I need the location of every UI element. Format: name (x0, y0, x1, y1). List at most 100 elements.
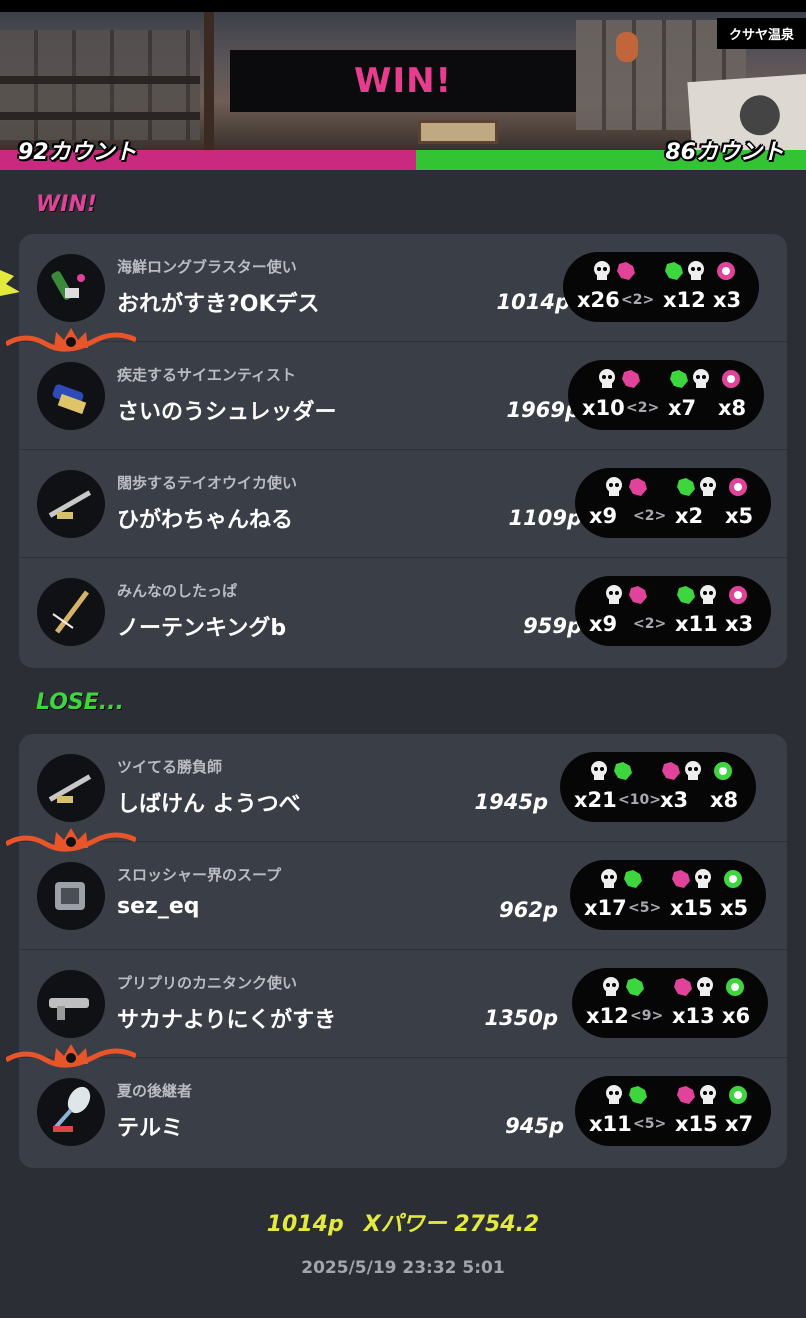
special-count: x6 (722, 1004, 751, 1028)
death-icon (697, 977, 713, 996)
player-title: スロッシャー界のスープ (117, 866, 282, 884)
special-icon (714, 762, 732, 780)
lose-team-panel: ツイてる勝負師 しばけん ようつべ 1945p x21 <10> x3 x8 スロッシャー界の… (19, 734, 787, 1168)
kill-count: x21 (574, 788, 617, 812)
player-points: 1014p (496, 290, 570, 314)
lose-section-title: LOSE... (36, 690, 124, 715)
death-count: x13 (672, 1004, 715, 1028)
result-text: WIN! (353, 61, 453, 101)
kill-icon (599, 369, 615, 388)
top-player-crown-icon (6, 828, 136, 852)
kill-count: x9 (589, 504, 618, 528)
death-icon (695, 869, 711, 888)
kill-count: x11 (589, 1112, 632, 1136)
assist-count: <10> (618, 792, 661, 808)
death-count: x12 (663, 288, 706, 312)
player-points: 1350p (484, 1006, 558, 1030)
stat-icons (575, 1084, 771, 1110)
special-icon (729, 1086, 747, 1104)
player-stats: x26 <2> x12 x3 (563, 252, 759, 322)
building-left (0, 30, 200, 140)
death-ink-icon (677, 478, 695, 496)
stringer-icon (37, 578, 105, 646)
player-row[interactable]: 闊歩するテイオウイカ使い ひがわちゃんねる 1109p x9 <2> x2 x5 (19, 450, 787, 558)
stat-icons (575, 584, 771, 610)
slosher-icon (37, 862, 105, 930)
result-banner: WIN! (230, 50, 576, 112)
kill-icon (601, 869, 617, 888)
death-count: x15 (675, 1112, 718, 1136)
death-count: x15 (670, 896, 713, 920)
death-icon (700, 1085, 716, 1104)
top-player-crown-icon (6, 328, 136, 352)
player-stats: x11 <5> x15 x7 (575, 1076, 771, 1146)
death-count: x3 (660, 788, 689, 812)
player-title: プリプリのカニタンク使い (117, 974, 298, 992)
kill-ink-icon (626, 978, 644, 996)
kill-ink-icon (617, 262, 635, 280)
win-section-title: WIN! (36, 192, 97, 217)
special-icon (726, 978, 744, 996)
kill-count: x17 (584, 896, 627, 920)
charger-icon (37, 754, 105, 822)
special-count: x5 (725, 504, 754, 528)
kill-count: x12 (586, 1004, 629, 1028)
kill-ink-icon (614, 762, 632, 780)
player-row[interactable]: みんなのしたっぱ ノーテンキングb 959p x9 <2> x11 x3 (19, 558, 787, 666)
player-row[interactable]: スロッシャー界のスープ sez_eq 962p x17 <5> x15 x5 (19, 842, 787, 950)
death-ink-icon (677, 1086, 695, 1104)
death-ink-icon (674, 978, 692, 996)
kill-icon (603, 977, 619, 996)
player-title: 疾走するサイエンティスト (117, 366, 296, 384)
balcony-rail (0, 112, 200, 120)
my-points: 1014p (266, 1212, 344, 1237)
special-icon (722, 370, 740, 388)
player-name: ノーテンキングb (117, 616, 287, 641)
player-row[interactable]: 疾走するサイエンティスト さいのうシュレッダー 1969p x10 <2> x7 x8 (19, 342, 787, 450)
assist-count: <2> (633, 616, 667, 632)
assist-count: <2> (621, 292, 655, 308)
kill-count: x10 (582, 396, 625, 420)
kill-count: x26 (577, 288, 620, 312)
player-name: サカナよりにくがすき (117, 1008, 337, 1033)
stat-icons (568, 368, 764, 394)
player-points: 1969p (506, 398, 580, 422)
player-name: しばけん ようつべ (117, 792, 301, 817)
roller-icon (37, 362, 105, 430)
death-icon (688, 261, 704, 280)
player-points: 1945p (474, 790, 548, 814)
death-icon (685, 761, 701, 780)
shooter-icon (37, 970, 105, 1038)
player-points: 962p (499, 898, 558, 922)
kill-count: x9 (589, 612, 618, 636)
brush-icon (37, 1078, 105, 1146)
x-power: Xパワー 2754.2 (363, 1212, 540, 1237)
assist-count: <2> (626, 400, 660, 416)
bravo-count: 86カウント (665, 140, 784, 165)
kill-icon (594, 261, 610, 280)
assist-count: <5> (633, 1116, 667, 1132)
special-icon (724, 870, 742, 888)
special-count: x5 (720, 896, 749, 920)
match-datetime: 2025/5/19 23:32 5:01 (301, 1258, 505, 1278)
kill-ink-icon (629, 1086, 647, 1104)
special-count: x8 (718, 396, 747, 420)
player-stats: x9 <2> x2 x5 (575, 468, 771, 538)
special-count: x7 (725, 1112, 754, 1136)
death-icon (693, 369, 709, 388)
assist-count: <5> (628, 900, 662, 916)
balcony-rail (0, 76, 200, 84)
kill-ink-icon (629, 586, 647, 604)
player-name: おれがすき?OKデス (117, 292, 320, 317)
stat-icons (570, 868, 766, 894)
bathhouse-sign (418, 120, 498, 144)
player-stats: x9 <2> x11 x3 (575, 576, 771, 646)
win-team-panel: 海鮮ロングブラスター使い おれがすき?OKデス 1014p x26 <2> x12 x3 疾走… (19, 234, 787, 668)
kill-icon (606, 1085, 622, 1104)
player-title: みんなのしたっぱ (117, 582, 238, 600)
top-player-crown-icon (6, 1044, 136, 1068)
kill-ink-icon (629, 478, 647, 496)
death-ink-icon (670, 370, 688, 388)
special-count: x3 (713, 288, 742, 312)
player-row[interactable]: 夏の後継者 テルミ 945p x11 <5> x15 x7 (19, 1058, 787, 1166)
